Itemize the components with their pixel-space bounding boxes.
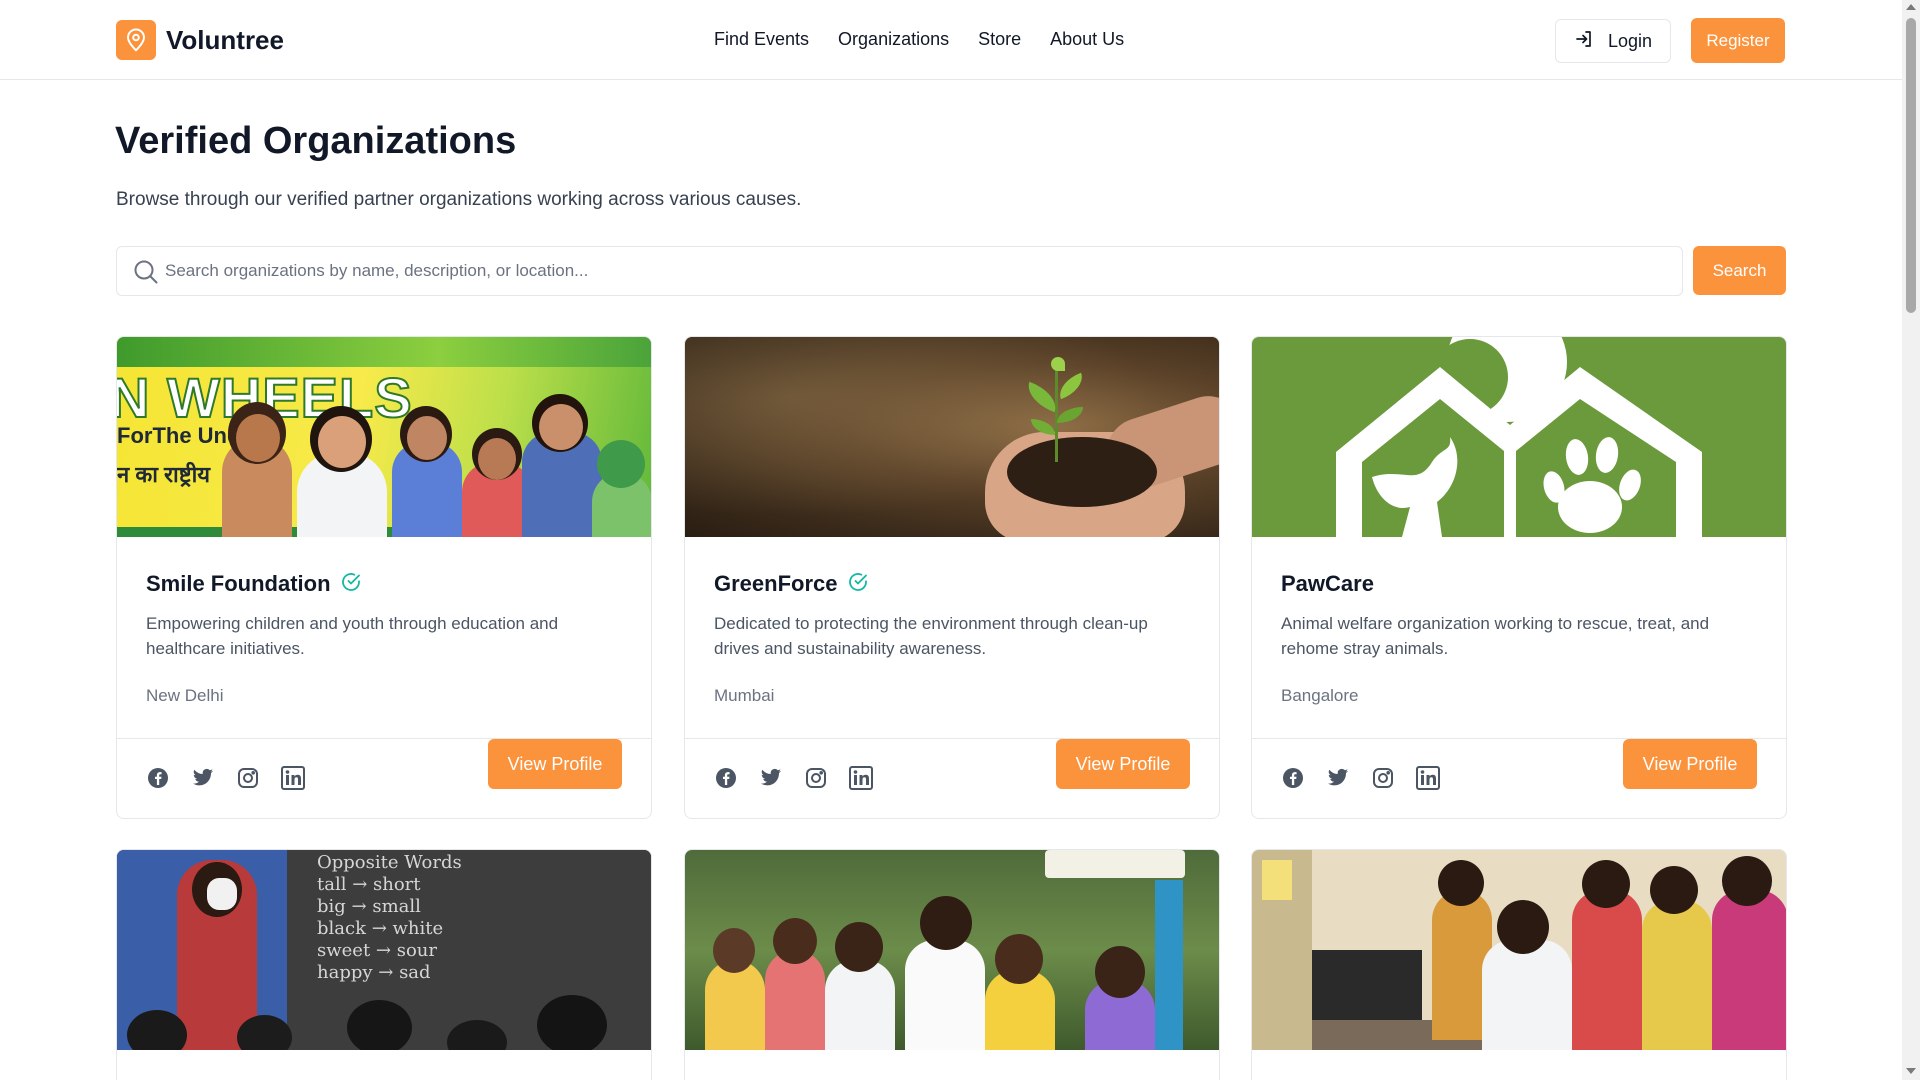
page-subtitle: Browse through our verified partner orga… xyxy=(116,189,802,210)
org-card-body: PawCare Animal welfare organization work… xyxy=(1252,537,1786,738)
log-in-icon xyxy=(1574,29,1594,54)
register-button[interactable]: Register xyxy=(1691,18,1785,63)
org-card: Opposite Words tall → short big → small … xyxy=(116,849,652,1080)
org-image-greenforce xyxy=(685,337,1219,537)
org-name[interactable]: GreenForce xyxy=(714,571,838,597)
facebook-icon[interactable] xyxy=(714,766,738,790)
org-image-smile-foundation: N WHEELS ForThe Unde न का राष्ट्रीय xyxy=(117,337,651,537)
org-location: Bangalore xyxy=(1281,686,1359,705)
children-group xyxy=(222,392,651,537)
search-button[interactable]: Search xyxy=(1693,246,1786,295)
facebook-icon[interactable] xyxy=(146,766,170,790)
check-circle-icon xyxy=(848,572,868,597)
facebook-icon[interactable] xyxy=(1281,766,1305,790)
scrollbar-thumb[interactable] xyxy=(1906,18,1916,313)
instagram-icon[interactable] xyxy=(1371,766,1395,790)
brand[interactable]: Voluntree xyxy=(116,20,284,60)
page-title: Verified Organizations xyxy=(115,120,517,162)
org-location: New Delhi xyxy=(146,686,224,705)
login-button[interactable]: Login xyxy=(1555,19,1671,63)
org-description: Empowering children and youth through ed… xyxy=(146,614,559,658)
twitter-icon[interactable] xyxy=(191,766,215,790)
pawcare-logo xyxy=(1336,337,1702,537)
org-card-body: Smile Foundation Empowering children and… xyxy=(117,537,651,738)
view-profile-button[interactable]: View Profile xyxy=(1623,739,1757,789)
social-links xyxy=(1281,766,1440,790)
map-pin-icon xyxy=(116,20,156,60)
main-nav: Find Events Organizations Store About Us xyxy=(714,29,1124,50)
org-card-greenforce: GreenForce Dedicated to protecting the e… xyxy=(684,336,1220,819)
page: Voluntree Find Events Organizations Stor… xyxy=(0,0,1902,1080)
scroll-down-arrow-icon[interactable] xyxy=(1906,1068,1916,1074)
org-description: Animal welfare organization working to r… xyxy=(1281,614,1710,658)
linkedin-icon[interactable] xyxy=(281,766,305,790)
scroll-up-arrow-icon[interactable] xyxy=(1906,4,1916,10)
org-card-smile-foundation: N WHEELS ForThe Unde न का राष्ट्रीय Smil… xyxy=(116,336,652,819)
org-image-classroom: Opposite Words tall → short big → small … xyxy=(117,850,651,1050)
view-profile-button[interactable]: View Profile xyxy=(1056,739,1190,789)
org-card-body: GreenForce Dedicated to protecting the e… xyxy=(685,537,1219,738)
brand-name: Voluntree xyxy=(166,24,284,55)
twitter-icon[interactable] xyxy=(759,766,783,790)
page-scrollbar[interactable] xyxy=(1902,0,1920,1080)
social-links xyxy=(146,766,305,790)
nav-find-events[interactable]: Find Events xyxy=(714,29,809,50)
social-links xyxy=(714,766,873,790)
org-image-group-of-girls xyxy=(685,850,1219,1050)
org-image-computer-lab xyxy=(1252,850,1786,1050)
org-description: Dedicated to protecting the environment … xyxy=(714,614,1148,658)
blackboard-text: Opposite Words tall → short big → small … xyxy=(317,852,462,983)
org-card-pawcare: PawCare Animal welfare organization work… xyxy=(1251,336,1787,819)
org-image-pawcare xyxy=(1252,337,1786,537)
org-name[interactable]: Smile Foundation xyxy=(146,571,331,597)
instagram-icon[interactable] xyxy=(804,766,828,790)
instagram-icon[interactable] xyxy=(236,766,260,790)
org-name[interactable]: PawCare xyxy=(1281,571,1374,597)
seedling xyxy=(1007,357,1107,467)
nav-about-us[interactable]: About Us xyxy=(1050,29,1124,50)
view-profile-button[interactable]: View Profile xyxy=(488,739,622,789)
org-card-footer: View Profile xyxy=(685,738,1219,818)
nav-organizations[interactable]: Organizations xyxy=(838,29,949,50)
linkedin-icon[interactable] xyxy=(1416,766,1440,790)
search-input[interactable] xyxy=(165,247,1665,295)
check-circle-icon xyxy=(341,572,361,597)
org-card-footer: View Profile xyxy=(1252,738,1786,818)
linkedin-icon[interactable] xyxy=(849,766,873,790)
search-icon xyxy=(133,259,159,290)
login-label: Login xyxy=(1607,30,1653,51)
nav-store[interactable]: Store xyxy=(978,29,1021,50)
top-navbar: Voluntree Find Events Organizations Stor… xyxy=(0,0,1902,80)
org-card-footer: View Profile xyxy=(117,738,651,818)
twitter-icon[interactable] xyxy=(1326,766,1350,790)
image-caption: न का राष्ट्रीय xyxy=(117,462,211,487)
org-card xyxy=(1251,849,1787,1080)
org-card xyxy=(684,849,1220,1080)
search-bar xyxy=(116,246,1683,296)
org-location: Mumbai xyxy=(714,686,775,705)
